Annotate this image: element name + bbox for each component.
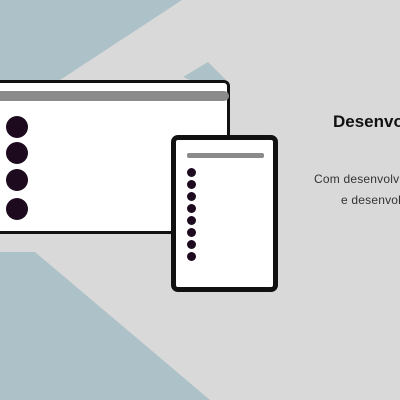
- mobile-phone-illustration: [171, 135, 278, 292]
- desktop-list-dot: [6, 116, 28, 138]
- mobile-list-dot: [187, 252, 196, 261]
- top-left-accent-shape: [0, 0, 182, 80]
- mobile-list-dot: [187, 240, 196, 249]
- desktop-list-dot: [6, 142, 28, 164]
- description-line-1: Com desenvolv: [314, 172, 400, 186]
- mobile-list-dot: [187, 192, 196, 201]
- mobile-list-dot: [187, 228, 196, 237]
- section-heading: Desenvo: [333, 112, 400, 131]
- mobile-title-placeholder: [187, 153, 264, 158]
- desktop-list-dot: [6, 169, 28, 191]
- mobile-list-dot: [187, 168, 196, 177]
- hero-section: Desenvo Com desenvolv e desenvol: [0, 0, 400, 400]
- mobile-list-dot: [187, 216, 196, 225]
- desktop-title-placeholder: [0, 91, 229, 101]
- mobile-list-dot: [187, 180, 196, 189]
- description-line-2: e desenvol: [341, 193, 400, 207]
- mobile-list-dot: [187, 204, 196, 213]
- desktop-list-dot: [6, 198, 28, 220]
- top-center-accent-shape: [183, 62, 226, 80]
